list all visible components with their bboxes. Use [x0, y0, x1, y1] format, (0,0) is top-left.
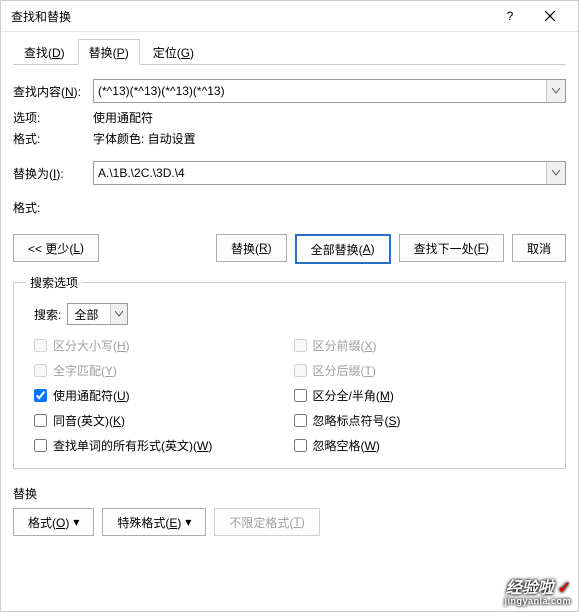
match-suffix-box — [294, 364, 307, 377]
search-options-group: 搜索选项 搜索: 全部 区分大小写(H) — [13, 274, 566, 469]
sounds-like-box[interactable] — [34, 414, 47, 427]
format2-row: 格式: — [13, 199, 566, 216]
chevron-down-icon — [552, 88, 560, 94]
ignore-punct-check[interactable]: 忽略标点符号(S) — [294, 412, 554, 429]
close-button[interactable] — [530, 2, 570, 30]
format-label: 格式: — [13, 130, 93, 147]
find-what-label: 查找内容(N): — [13, 83, 93, 100]
cancel-button[interactable]: 取消 — [512, 234, 566, 262]
match-prefix-check: 区分前缀(X) — [294, 337, 554, 354]
search-scope-row: 搜索: 全部 — [34, 303, 553, 325]
tab-replace[interactable]: 替换(P) — [78, 39, 140, 65]
find-next-button[interactable]: 查找下一处(F) — [399, 234, 504, 262]
no-formatting-button: 不限定格式(T) — [214, 508, 319, 536]
search-options-legend: 搜索选项 — [26, 274, 82, 291]
find-what-combo — [93, 79, 566, 103]
format2-label: 格式: — [13, 199, 93, 216]
replace-with-input[interactable] — [94, 162, 546, 184]
replace-all-button[interactable]: 全部替换(A) — [295, 234, 391, 264]
all-word-forms-box[interactable] — [34, 439, 47, 452]
search-scope-select[interactable]: 全部 — [67, 303, 128, 325]
chevron-down-icon: ▾ — [73, 515, 79, 529]
replace-button[interactable]: 替换(R) — [216, 234, 287, 262]
special-format-button[interactable]: 特殊格式(E) ▾ — [102, 508, 206, 536]
sounds-like-check[interactable]: 同音(英文)(K) — [34, 412, 294, 429]
whole-word-check: 全字匹配(Y) — [34, 362, 294, 379]
chevron-down-icon: ▾ — [185, 515, 191, 529]
format-value: 字体颜色: 自动设置 — [93, 130, 196, 147]
find-what-row: 查找内容(N): — [13, 79, 566, 103]
search-scope-value: 全部 — [68, 304, 110, 324]
match-suffix-check: 区分后缀(T) — [294, 362, 554, 379]
action-button-row: << 更少(L) 替换(R) 全部替换(A) 查找下一处(F) 取消 — [13, 234, 566, 264]
all-word-forms-check[interactable]: 查找单词的所有形式(英文)(W) — [34, 437, 294, 454]
question-icon: ? — [507, 9, 514, 23]
form-area: 查找内容(N): 选项: 使用通配符 格式: 字体颜色: 自动设置 替换为(I)… — [13, 65, 566, 536]
match-prefix-box — [294, 339, 307, 352]
chevron-down-icon — [115, 311, 123, 317]
titlebar: 查找和替换 ? — [1, 1, 578, 32]
replace-format-section: 替换 格式(O) ▾ 特殊格式(E) ▾ 不限定格式(T) — [13, 485, 566, 536]
search-scope-label: 搜索: — [34, 306, 61, 323]
window-title: 查找和替换 — [11, 8, 490, 25]
format-button[interactable]: 格式(O) ▾ — [13, 508, 94, 536]
tab-find[interactable]: 查找(D) — [13, 39, 76, 65]
ignore-space-check[interactable]: 忽略空格(W) — [294, 437, 554, 454]
tab-goto[interactable]: 定位(G) — [142, 39, 205, 65]
match-case-box — [34, 339, 47, 352]
close-icon — [545, 11, 555, 21]
match-case-check: 区分大小写(H) — [34, 337, 294, 354]
format-row: 格式: 字体颜色: 自动设置 — [13, 130, 566, 147]
half-full-box[interactable] — [294, 389, 307, 402]
less-button[interactable]: << 更少(L) — [13, 234, 99, 262]
ignore-punct-box[interactable] — [294, 414, 307, 427]
find-replace-dialog: 查找和替换 ? 查找(D) 替换(P) 定位(G) 查找内容(N): — [0, 0, 579, 612]
find-what-dropdown[interactable] — [546, 80, 565, 102]
ignore-space-box[interactable] — [294, 439, 307, 452]
check-grid: 区分大小写(H) 区分前缀(X) 全字匹配(Y) 区分后缀(T) — [34, 337, 553, 454]
search-scope-dropdown[interactable] — [110, 304, 127, 324]
help-button[interactable]: ? — [490, 2, 530, 30]
options-value: 使用通配符 — [93, 109, 153, 126]
replace-with-label: 替换为(I): — [13, 165, 93, 182]
format-button-row: 格式(O) ▾ 特殊格式(E) ▾ 不限定格式(T) — [13, 508, 566, 536]
options-row: 选项: 使用通配符 — [13, 109, 566, 126]
find-what-input[interactable] — [94, 80, 546, 102]
half-full-check[interactable]: 区分全/半角(M) — [294, 387, 554, 404]
chevron-down-icon — [552, 170, 560, 176]
replace-section-label: 替换 — [13, 485, 566, 502]
options-label: 选项: — [13, 109, 93, 126]
replace-with-row: 替换为(I): — [13, 161, 566, 185]
dialog-content: 查找(D) 替换(P) 定位(G) 查找内容(N): 选项: 使用通配符 格式: — [1, 32, 578, 611]
use-wildcards-check[interactable]: 使用通配符(U) — [34, 387, 294, 404]
tab-bar: 查找(D) 替换(P) 定位(G) — [13, 38, 566, 65]
replace-with-dropdown[interactable] — [546, 162, 565, 184]
use-wildcards-box[interactable] — [34, 389, 47, 402]
replace-with-combo — [93, 161, 566, 185]
whole-word-box — [34, 364, 47, 377]
